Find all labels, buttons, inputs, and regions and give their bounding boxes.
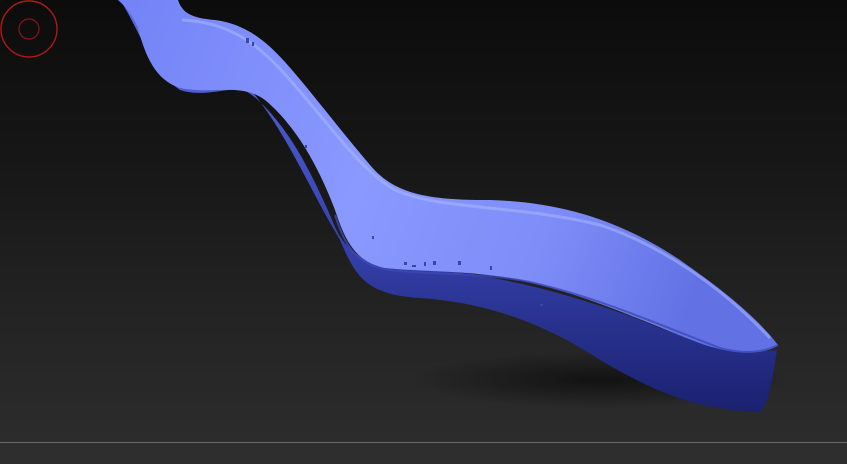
brush-cursor-icon [0, 0, 58, 58]
3d-viewport[interactable] [0, 0, 847, 442]
bottom-toolbar [0, 443, 847, 464]
canvas-svg [118, 0, 790, 412]
